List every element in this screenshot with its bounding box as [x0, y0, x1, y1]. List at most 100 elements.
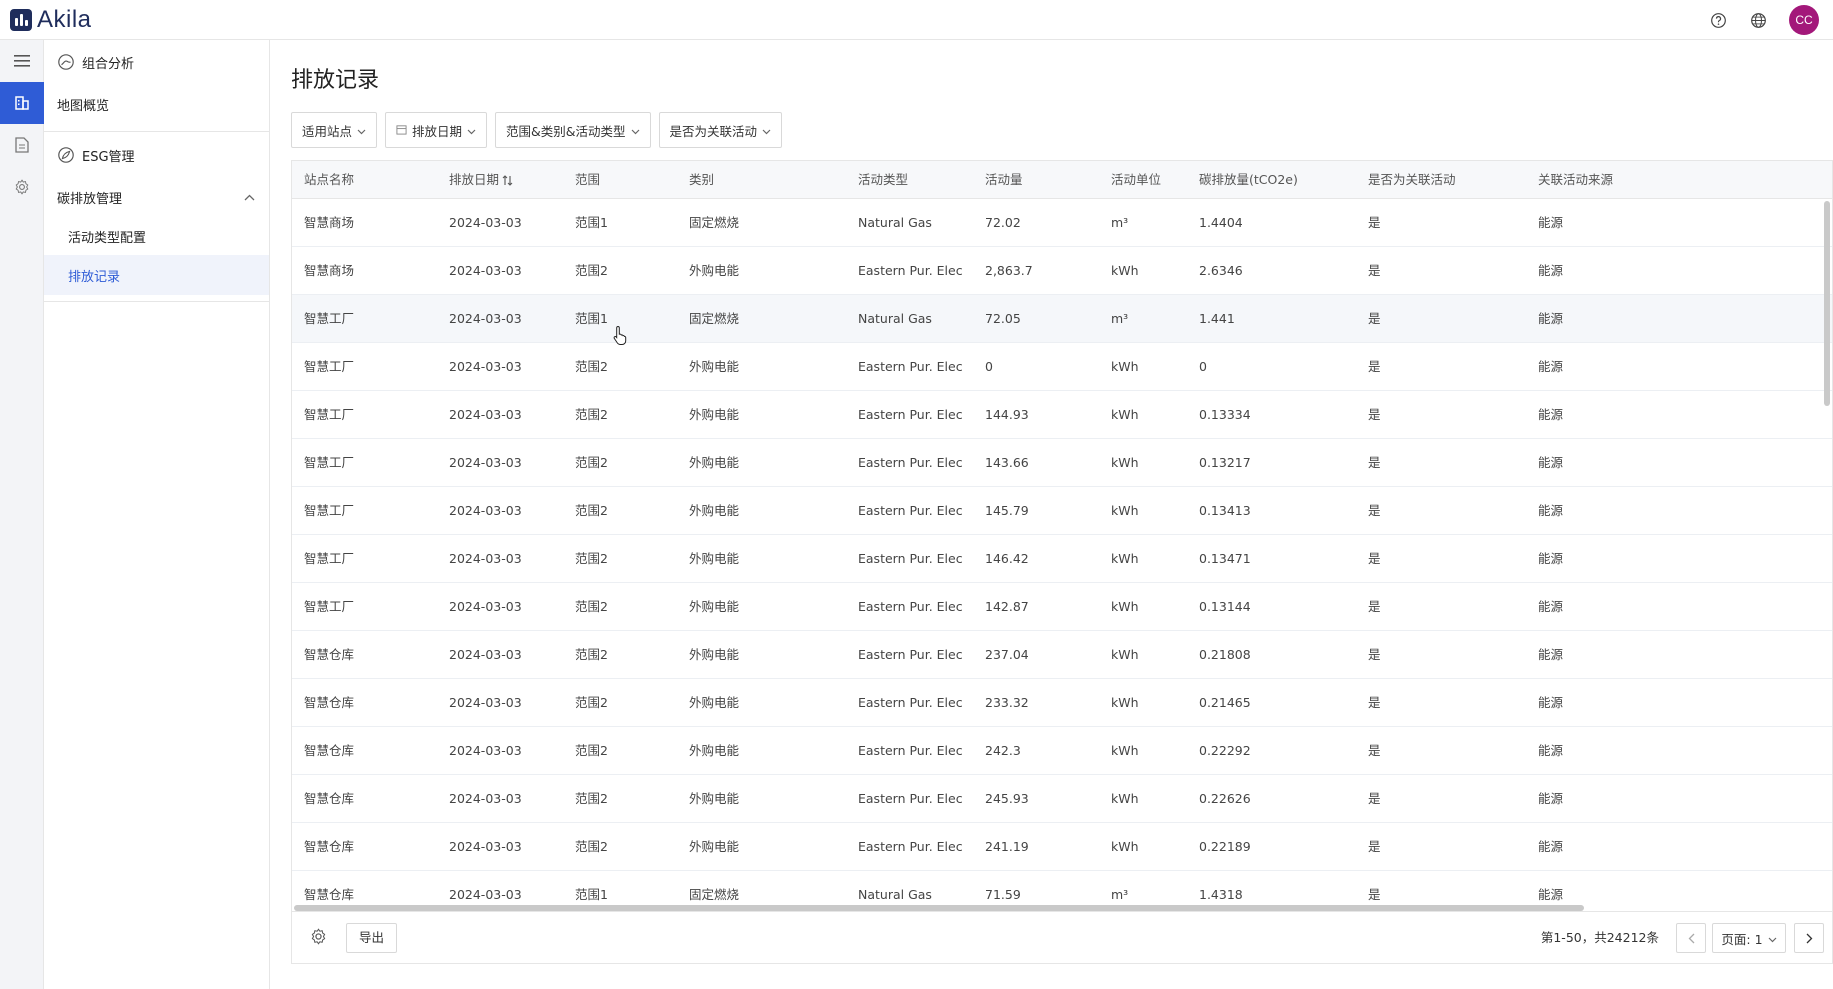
table-cell: 智慧工厂 [304, 455, 355, 470]
table-row[interactable]: 智慧仓库 2024-03-03 范围2 外购电能 Eastern Pur. Elec 24… [292, 727, 1832, 775]
menu-item-emission-records[interactable]: 排放记录 [44, 255, 269, 295]
column-header[interactable]: 活动单位 [1111, 161, 1161, 199]
filter-site-dropdown[interactable]: 适用站点 [291, 112, 378, 148]
filter-date-dropdown[interactable]: 排放日期 [385, 112, 488, 148]
column-header[interactable]: 活动类型 [858, 161, 908, 199]
table-cell: Eastern Pur. Elec [858, 359, 963, 374]
column-header[interactable]: 活动量 [985, 161, 1023, 199]
table-row[interactable]: 智慧工厂 2024-03-03 范围1 固定燃烧 Natural Gas 72.05 m³ 1… [292, 295, 1832, 343]
table-cell: 241.19 [985, 839, 1029, 854]
table-cell: 0.22626 [1199, 791, 1251, 806]
table-cell: Eastern Pur. Elec [858, 743, 963, 758]
table-cell: 2024-03-03 [449, 503, 522, 518]
column-header[interactable]: 范围 [575, 161, 600, 199]
table-cell: Natural Gas [858, 215, 932, 230]
table-cell: 245.93 [985, 791, 1029, 806]
avatar[interactable]: CC [1789, 5, 1819, 35]
table-cell: 145.79 [985, 503, 1029, 518]
table-cell: 能源 [1538, 215, 1564, 230]
chevron-down-icon [467, 123, 476, 138]
document-icon[interactable] [0, 124, 44, 166]
page-select[interactable]: 页面: 1 [1712, 923, 1786, 953]
table-row[interactable]: 智慧仓库 2024-03-03 范围2 外购电能 Eastern Pur. Elec 24… [292, 775, 1832, 823]
table-row[interactable]: 智慧商场 2024-03-03 范围1 固定燃烧 Natural Gas 72.02 m³ 1… [292, 199, 1832, 247]
table-cell: 能源 [1538, 743, 1564, 758]
table-cell: 能源 [1538, 407, 1564, 422]
menu-item-label: 活动类型配置 [68, 230, 147, 246]
page-title: 排放记录 [291, 68, 380, 93]
table-cell: Eastern Pur. Elec [858, 599, 963, 614]
table-row[interactable]: 智慧工厂 2024-03-03 范围2 外购电能 Eastern Pur. Elec 14… [292, 487, 1832, 535]
table-cell: kWh [1111, 503, 1139, 518]
table-cell: 能源 [1538, 359, 1564, 374]
prev-page-button[interactable] [1676, 923, 1706, 953]
column-header[interactable]: 站点名称 [304, 161, 354, 199]
export-button[interactable]: 导出 [346, 923, 398, 953]
column-header[interactable]: 类别 [689, 161, 714, 199]
table-cell: 2024-03-03 [449, 839, 522, 854]
table-cell: 范围1 [575, 215, 608, 230]
table-row[interactable]: 智慧工厂 2024-03-03 范围2 外购电能 Eastern Pur. Elec 0 k… [292, 343, 1832, 391]
table-cell: Eastern Pur. Elec [858, 791, 963, 806]
sort-icon[interactable] [502, 161, 513, 199]
column-header[interactable]: 关联活动来源 [1538, 161, 1613, 199]
table-cell: 是 [1368, 743, 1381, 758]
globe-icon[interactable] [1749, 11, 1767, 29]
app-logo[interactable]: Akila [10, 0, 92, 40]
help-icon[interactable] [1709, 11, 1727, 29]
table-row[interactable]: 智慧工厂 2024-03-03 范围2 外购电能 Eastern Pur. Elec 14… [292, 535, 1832, 583]
menu-item-activity-type-config[interactable]: 活动类型配置 [44, 217, 269, 255]
filter-label: 范围&类别&活动类型 [506, 123, 626, 139]
table-cell: 是 [1368, 647, 1381, 662]
table-cell: 范围2 [575, 743, 608, 758]
table-body: 智慧商场 2024-03-03 范围1 固定燃烧 Natural Gas 72.02 m³ 1… [292, 199, 1832, 919]
table-cell: 2024-03-03 [449, 791, 522, 806]
filter-label: 是否为关联活动 [669, 123, 758, 139]
emission-records-table: 站点名称 排放日期 范围 类别 活动类型 活动量 活动单位 碳排放量(tCO2e) 是否为关联活… [291, 160, 1833, 964]
table-cell: 智慧工厂 [304, 407, 355, 422]
table-row[interactable]: 智慧工厂 2024-03-03 范围2 外购电能 Eastern Pur. Elec 14… [292, 439, 1832, 487]
table-cell: 2,863.7 [985, 263, 1033, 278]
table-cell: Eastern Pur. Elec [858, 455, 963, 470]
table-row[interactable]: 智慧仓库 2024-03-03 范围2 外购电能 Eastern Pur. Elec 23… [292, 679, 1832, 727]
next-page-button[interactable] [1794, 923, 1824, 953]
building-icon[interactable] [0, 82, 44, 124]
table-row[interactable]: 智慧商场 2024-03-03 范围2 外购电能 Eastern Pur. Elec 2,… [292, 247, 1832, 295]
table-cell: 2024-03-03 [449, 359, 522, 374]
table-cell: 外购电能 [689, 599, 740, 614]
menu-item-carbon-management[interactable]: 碳排放管理 [44, 177, 269, 217]
table-row[interactable]: 智慧仓库 2024-03-03 范围2 外购电能 Eastern Pur. Elec 24… [292, 823, 1832, 871]
top-bar: Akila CC [0, 0, 1833, 40]
table-cell: 智慧仓库 [304, 695, 355, 710]
menu-icon[interactable] [0, 40, 44, 82]
table-cell: 范围2 [575, 551, 608, 566]
table-row[interactable]: 智慧工厂 2024-03-03 范围2 外购电能 Eastern Pur. Elec 14… [292, 583, 1832, 631]
table-cell: 142.87 [985, 599, 1029, 614]
table-row[interactable]: 智慧仓库 2024-03-03 范围2 外购电能 Eastern Pur. Elec 23… [292, 631, 1832, 679]
table-cell: Eastern Pur. Elec [858, 695, 963, 710]
menu-group-portfolio-analysis[interactable]: 组合分析 [44, 40, 269, 84]
table-cell: 2024-03-03 [449, 455, 522, 470]
table-cell: 2024-03-03 [449, 551, 522, 566]
table-cell: 智慧工厂 [304, 503, 355, 518]
column-header[interactable]: 碳排放量(tCO2e) [1199, 161, 1298, 199]
chevron-down-icon [762, 123, 771, 138]
gear-icon[interactable] [0, 166, 44, 208]
table-settings-gear-icon[interactable] [310, 928, 327, 949]
table-cell: 237.04 [985, 647, 1029, 662]
menu-item-map-overview[interactable]: 地图概览 [44, 84, 269, 124]
menu-group-esg-management[interactable]: ESG管理 [44, 133, 269, 177]
table-cell: 2024-03-03 [449, 647, 522, 662]
mouse-cursor-icon [613, 325, 629, 349]
filter-linked-activity-dropdown[interactable]: 是否为关联活动 [658, 112, 783, 148]
column-header[interactable]: 是否为关联活动 [1368, 161, 1456, 199]
chevron-down-icon [357, 123, 366, 138]
table-cell: 143.66 [985, 455, 1029, 470]
table-cell: 外购电能 [689, 695, 740, 710]
table-cell: 是 [1368, 359, 1381, 374]
table-cell: 0.13471 [1199, 551, 1251, 566]
filter-scope-category-dropdown[interactable]: 范围&类别&活动类型 [495, 112, 651, 148]
column-header[interactable]: 排放日期 [449, 161, 499, 199]
table-row[interactable]: 智慧工厂 2024-03-03 范围2 外购电能 Eastern Pur. Elec 14… [292, 391, 1832, 439]
vertical-scrollbar[interactable] [1824, 201, 1830, 406]
